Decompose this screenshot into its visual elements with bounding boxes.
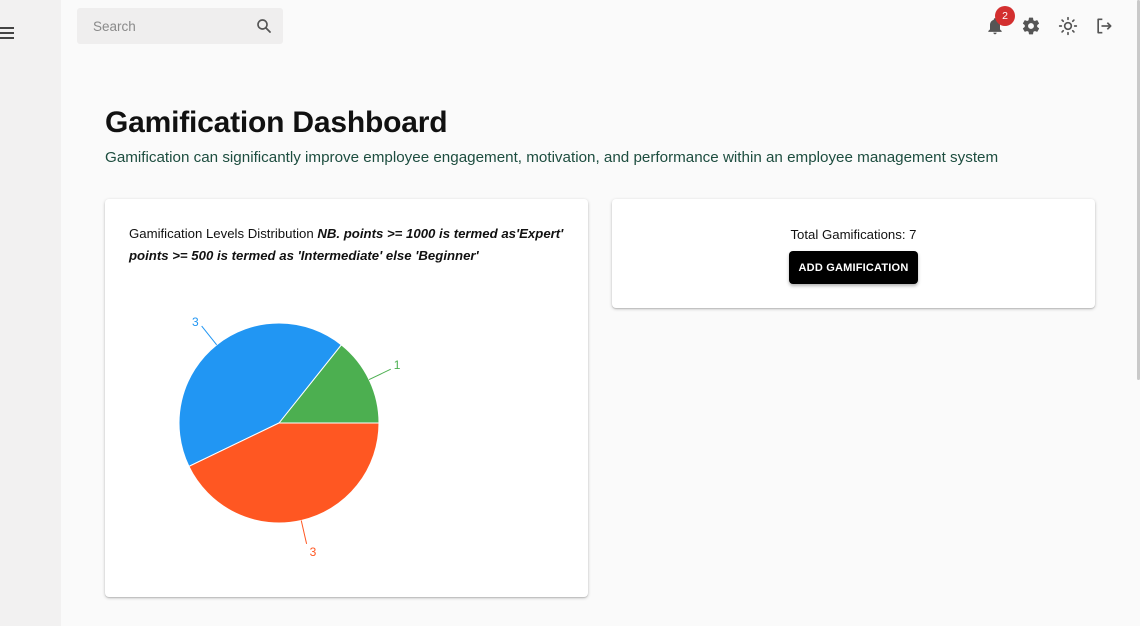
add-gamification-button[interactable]: ADD GAMIFICATION [789, 251, 918, 284]
sun-icon[interactable] [1058, 16, 1078, 36]
menu-icon[interactable] [0, 27, 18, 43]
chart-card: Gamification Levels Distribution NB. poi… [105, 199, 588, 597]
page-subtitle: Gamification can significantly improve e… [105, 149, 999, 166]
notification-badge: 2 [995, 6, 1015, 26]
pie-label-line [201, 325, 218, 346]
gear-icon[interactable] [1021, 16, 1041, 36]
pie-label-line [300, 520, 308, 545]
pie-data-label: 3 [310, 545, 317, 559]
sidebar [0, 0, 61, 626]
pie-data-label: 1 [394, 358, 401, 372]
search-input[interactable] [77, 8, 253, 44]
pie-chart: 1 3 3 [178, 315, 401, 559]
scrollbar[interactable] [1136, 0, 1140, 626]
summary-card: Total Gamifications: 7 ADD GAMIFICATION [612, 199, 1095, 308]
page-title: Gamification Dashboard [105, 106, 448, 139]
total-gamifications: Total Gamifications: 7 [790, 227, 917, 242]
pie-data-label: 3 [192, 315, 199, 329]
search-box [77, 8, 283, 44]
search-icon[interactable] [255, 17, 273, 35]
logout-icon[interactable] [1094, 16, 1114, 36]
pie-label-line [368, 368, 391, 381]
